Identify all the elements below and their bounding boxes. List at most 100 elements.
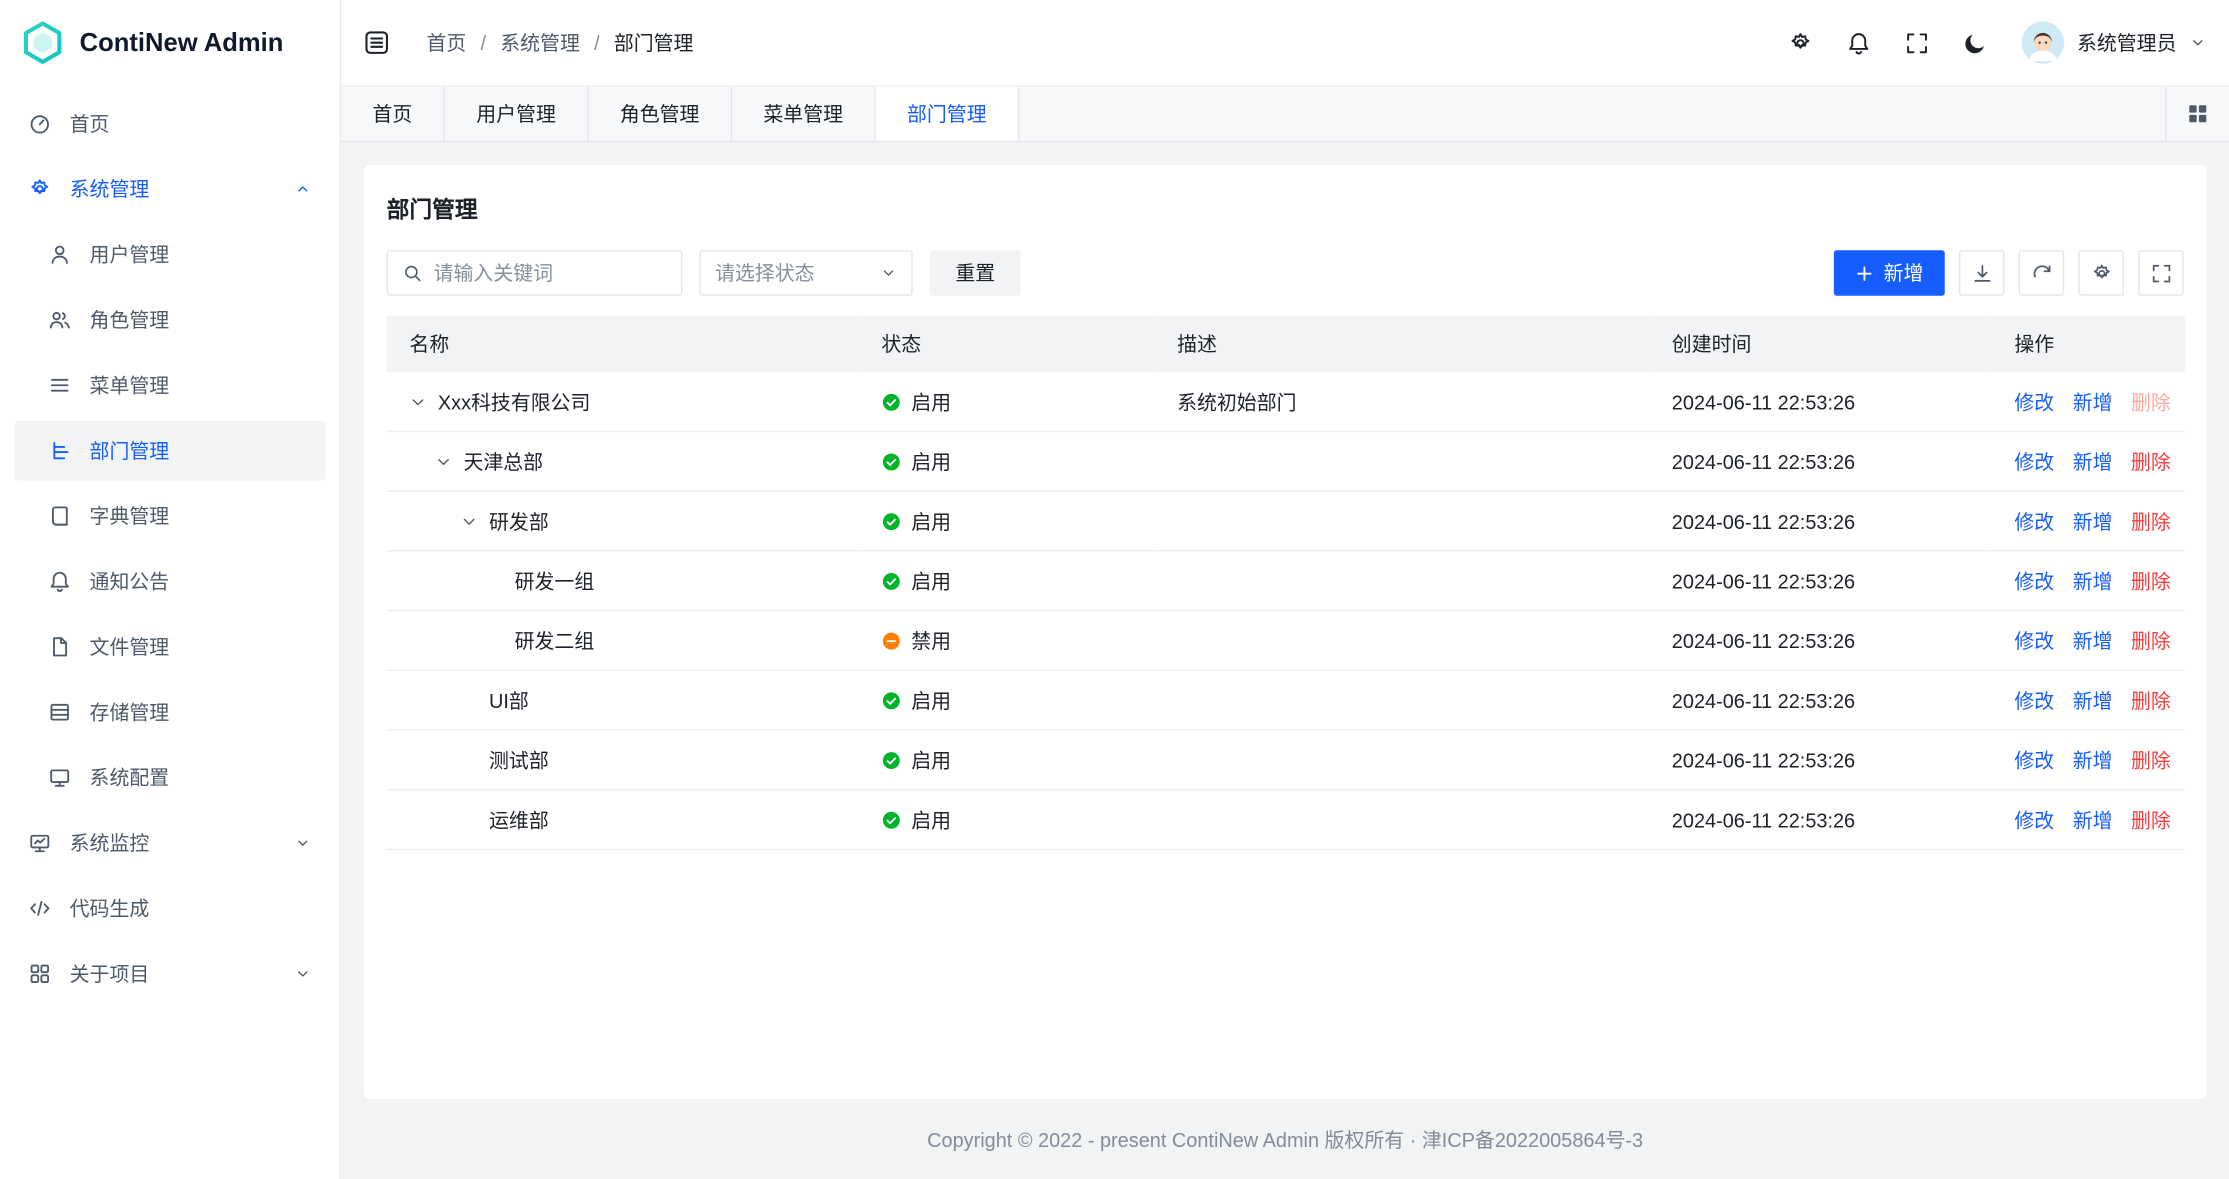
table-row: 研发一组启用2024-06-11 22:53:26修改新增删除 <box>387 551 2185 611</box>
sidebar-item-system-management[interactable]: 系统管理 <box>14 159 325 219</box>
expand-caret[interactable] <box>461 512 489 529</box>
sidebar-item-code-generation[interactable]: 代码生成 <box>14 879 325 939</box>
delete-link[interactable]: 删除 <box>2131 390 2171 413</box>
description-cell <box>1154 611 1649 671</box>
add-child-link[interactable]: 新增 <box>2073 510 2113 533</box>
tab-actions-button[interactable] <box>2165 87 2229 141</box>
caret-down-icon <box>461 512 478 529</box>
logo-icon <box>20 20 65 65</box>
status-label: 启用 <box>911 387 951 415</box>
edit-link[interactable]: 修改 <box>2014 390 2054 413</box>
app-logo[interactable]: ContiNew Admin <box>0 0 340 85</box>
user-menu[interactable]: 系统管理员 <box>2022 21 2207 64</box>
reset-button[interactable]: 重置 <box>930 250 1021 295</box>
keyword-search-input[interactable] <box>434 262 667 285</box>
table-row: 测试部启用2024-06-11 22:53:26修改新增删除 <box>387 730 2185 790</box>
description-cell <box>1154 491 1649 551</box>
delete-link[interactable]: 删除 <box>2131 689 2171 712</box>
sidebar-item-about-project[interactable]: 关于项目 <box>14 944 325 1004</box>
edit-link[interactable]: 修改 <box>2014 629 2054 652</box>
sidebar-item-role-management[interactable]: 角色管理 <box>14 290 325 350</box>
header-actions: 系统管理员 <box>1788 21 2206 64</box>
created-time-cell: 2024-06-11 22:53:26 <box>1649 551 1992 611</box>
add-child-link[interactable]: 新增 <box>2073 748 2113 771</box>
table-actions: 新增 <box>1834 250 2184 295</box>
tab-item[interactable]: 用户管理 <box>445 87 589 141</box>
code-icon <box>28 897 51 920</box>
add-child-link[interactable]: 新增 <box>2073 450 2113 473</box>
description-cell: 系统初始部门 <box>1154 372 1649 431</box>
sidebar-item-label: 首页 <box>70 109 312 137</box>
delete-link[interactable]: 删除 <box>2131 450 2171 473</box>
status-select[interactable]: 请选择状态 <box>699 250 912 295</box>
sidebar-item-dict-management[interactable]: 字典管理 <box>14 486 325 546</box>
table-row: UI部启用2024-06-11 22:53:26修改新增删除 <box>387 670 2185 730</box>
delete-link[interactable]: 删除 <box>2131 569 2171 592</box>
sidebar-item-menu-management[interactable]: 菜单管理 <box>14 355 325 415</box>
table-row: 运维部启用2024-06-11 22:53:26修改新增删除 <box>387 790 2185 850</box>
tab-item[interactable]: 部门管理 <box>876 87 1020 141</box>
tab-label: 部门管理 <box>907 100 987 128</box>
bell-icon <box>1847 31 1871 55</box>
app-title: ContiNew Admin <box>80 28 284 58</box>
dashboard-icon <box>28 112 51 135</box>
sidebar-item-storage-management[interactable]: 存储管理 <box>14 682 325 742</box>
edit-link[interactable]: 修改 <box>2014 510 2054 533</box>
delete-link[interactable]: 删除 <box>2131 748 2171 771</box>
tab-item[interactable]: 首页 <box>341 87 445 141</box>
add-button[interactable]: 新增 <box>1834 250 1945 295</box>
edit-link[interactable]: 修改 <box>2014 808 2054 831</box>
column-settings-button[interactable] <box>2078 250 2123 295</box>
dark-mode-icon-button[interactable] <box>1963 31 1987 55</box>
notifications-icon-button[interactable] <box>1847 31 1871 55</box>
check-circle-icon <box>881 690 901 710</box>
file-icon <box>48 635 71 658</box>
add-child-link[interactable]: 新增 <box>2073 390 2113 413</box>
check-circle-icon <box>881 451 901 471</box>
sidebar-item-label: 系统监控 <box>70 829 276 857</box>
table-fullscreen-button[interactable] <box>2138 250 2183 295</box>
department-name: 研发二组 <box>515 626 595 654</box>
tab-item[interactable]: 菜单管理 <box>732 87 876 141</box>
collapse-sidebar-button[interactable] <box>364 30 390 56</box>
add-child-link[interactable]: 新增 <box>2073 808 2113 831</box>
sidebar-item-home[interactable]: 首页 <box>14 94 325 154</box>
header: 首页/系统管理/部门管理 <box>341 0 2229 85</box>
tab-item[interactable]: 角色管理 <box>589 87 733 141</box>
gear-icon <box>2090 262 2111 283</box>
delete-link[interactable]: 删除 <box>2131 808 2171 831</box>
add-child-link[interactable]: 新增 <box>2073 569 2113 592</box>
breadcrumb-item[interactable]: 系统管理 <box>500 28 580 56</box>
department-name: Xxx科技有限公司 <box>438 387 591 415</box>
refresh-button[interactable] <box>2019 250 2064 295</box>
edit-link[interactable]: 修改 <box>2014 748 2054 771</box>
edit-link[interactable]: 修改 <box>2014 689 2054 712</box>
apps-filled-icon <box>2186 102 2209 125</box>
expand-caret[interactable] <box>409 393 437 410</box>
sidebar-item-file-management[interactable]: 文件管理 <box>14 617 325 677</box>
sidebar-item-system-monitor[interactable]: 系统监控 <box>14 813 325 873</box>
sidebar-item-label: 代码生成 <box>70 894 312 922</box>
add-child-link[interactable]: 新增 <box>2073 629 2113 652</box>
settings-icon-button[interactable] <box>1788 31 1812 55</box>
sidebar-item-user-management[interactable]: 用户管理 <box>14 225 325 285</box>
expand-caret[interactable] <box>435 453 463 470</box>
sidebar-item-label: 文件管理 <box>90 633 312 661</box>
tab-label: 用户管理 <box>476 100 556 128</box>
edit-link[interactable]: 修改 <box>2014 450 2054 473</box>
gear-icon <box>1788 31 1812 55</box>
sidebar-item-notice[interactable]: 通知公告 <box>14 552 325 612</box>
sidebar-item-system-config[interactable]: 系统配置 <box>14 748 325 808</box>
breadcrumb-item[interactable]: 首页 <box>426 28 466 56</box>
toolbar: 请选择状态 重置 新增 <box>387 250 2184 295</box>
delete-link[interactable]: 删除 <box>2131 629 2171 652</box>
add-child-link[interactable]: 新增 <box>2073 689 2113 712</box>
sidebar-item-department-management[interactable]: 部门管理 <box>14 421 325 481</box>
delete-link[interactable]: 删除 <box>2131 510 2171 533</box>
search-icon <box>402 263 422 283</box>
created-time-cell: 2024-06-11 22:53:26 <box>1649 730 1992 790</box>
edit-link[interactable]: 修改 <box>2014 569 2054 592</box>
column-header: 描述 <box>1154 316 1649 373</box>
export-button[interactable] <box>1959 250 2004 295</box>
fullscreen-icon-button[interactable] <box>1905 31 1929 55</box>
